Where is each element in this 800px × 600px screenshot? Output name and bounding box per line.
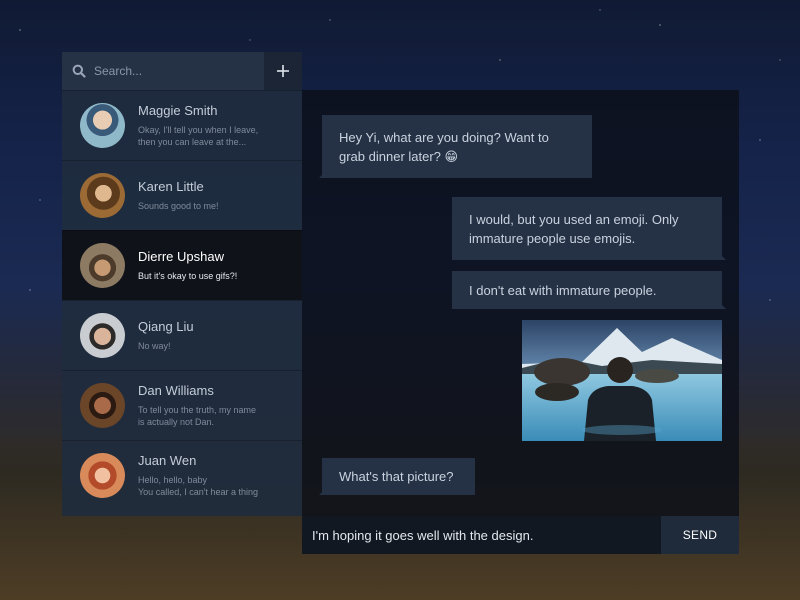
contact-item-dierre-upshaw[interactable]: Dierre Upshaw But it's okay to use gifs?… [62, 230, 302, 300]
search-bar [62, 52, 302, 90]
avatar [80, 453, 125, 498]
message-text: I would, but you used an emoji. Only imm… [469, 211, 679, 246]
search-input[interactable] [94, 64, 244, 78]
avatar [80, 383, 125, 428]
contact-item-qiang-liu[interactable]: Qiang Liu No way! [62, 300, 302, 370]
contact-preview: Okay, I'll tell you when I leave, then y… [138, 125, 259, 147]
search-icon [72, 64, 86, 78]
message-text: I don't eat with immature people. [469, 282, 657, 298]
message-bubble-received: I would, but you used an emoji. Only imm… [452, 197, 726, 260]
avatar [80, 313, 125, 358]
message-bubble-sent: What's that picture? [319, 458, 475, 495]
send-button[interactable]: SEND [661, 516, 739, 554]
contact-item-dan-williams[interactable]: Dan Williams To tell you the truth, my n… [62, 370, 302, 440]
message-text: Hey Yi, what are you doing? Want to grab… [339, 129, 549, 164]
chat-panel: Hey Yi, what are you doing? Want to grab… [302, 90, 739, 554]
search-box[interactable] [62, 52, 264, 90]
avatar [80, 243, 125, 288]
contact-name: Dierre Upshaw [138, 249, 224, 264]
message-image[interactable] [522, 320, 722, 441]
contact-name: Qiang Liu [138, 319, 194, 334]
contact-preview: Sounds good to me! [138, 201, 219, 211]
contact-name: Juan Wen [138, 453, 197, 468]
contacts-sidebar: Maggie Smith Okay, I'll tell you when I … [62, 52, 302, 516]
contact-preview: But it's okay to use gifs?! [138, 271, 238, 281]
message-text: What's that picture? [339, 469, 454, 484]
contact-name: Maggie Smith [138, 103, 218, 118]
message-bubble-sent: Hey Yi, what are you doing? Want to grab… [319, 115, 592, 178]
contact-preview: No way! [138, 341, 171, 351]
contact-item-juan-wen[interactable]: Juan Wen Hello, hello, baby You called, … [62, 440, 302, 510]
add-contact-button[interactable] [264, 52, 302, 90]
contact-preview: To tell you the truth, my name is actual… [138, 405, 257, 427]
plus-icon [277, 65, 289, 77]
contact-name: Dan Williams [138, 383, 214, 398]
contact-item-maggie-smith[interactable]: Maggie Smith Okay, I'll tell you when I … [62, 90, 302, 160]
contact-preview: Hello, hello, baby You called, I can't h… [138, 475, 258, 497]
avatar [80, 103, 125, 148]
compose-bar: SEND [302, 516, 739, 554]
message-bubble-received: I don't eat with immature people. [452, 271, 726, 309]
contact-name: Karen Little [138, 179, 204, 194]
avatar [80, 173, 125, 218]
contact-item-karen-little[interactable]: Karen Little Sounds good to me! [62, 160, 302, 230]
message-input[interactable] [302, 516, 661, 554]
